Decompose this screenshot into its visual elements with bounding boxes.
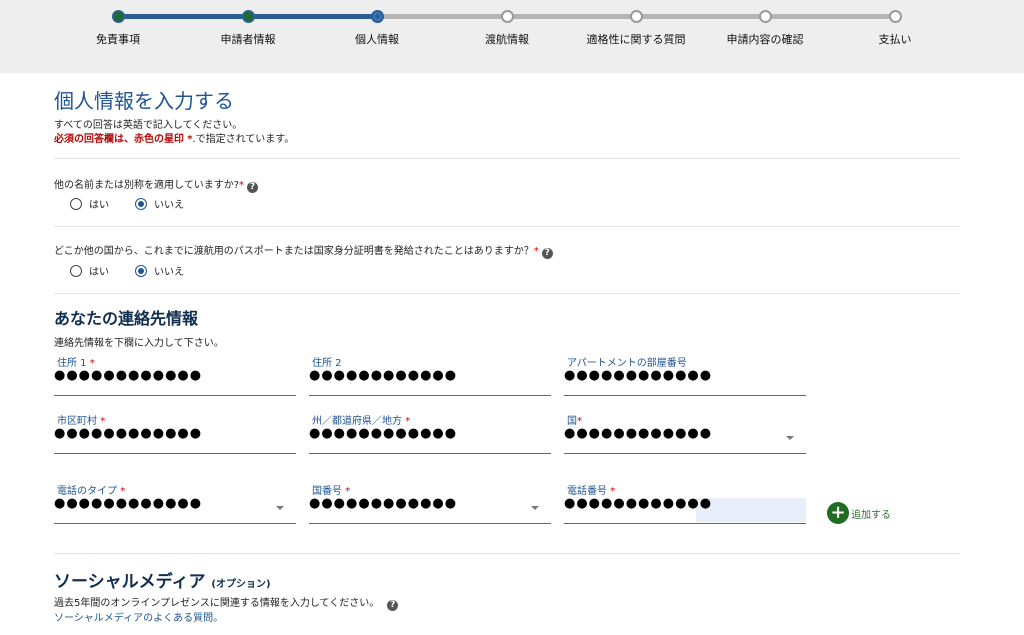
- phone-type-select[interactable]: 電話のタイプ * ●●●●●●●●●●●●: [54, 482, 296, 524]
- country-label: 国*: [567, 416, 582, 427]
- state-input[interactable]: ●●●●●●●●●●●●: [309, 426, 457, 441]
- radio-option-yes[interactable]: はい: [70, 196, 109, 211]
- divider: [54, 293, 960, 294]
- phone-type-label: 電話のタイプ *: [57, 486, 126, 497]
- step-dot-eligibility: [630, 10, 643, 23]
- radio-option-yes[interactable]: はい: [70, 263, 109, 278]
- address2-input[interactable]: ●●●●●●●●●●●●: [309, 368, 457, 383]
- state-field[interactable]: 州／都道府県／地方 * ●●●●●●●●●●●●: [309, 412, 551, 454]
- social-intro-text: 過去5年間のオンラインプレゼンスに関連する情報を入力してください。: [54, 598, 380, 609]
- step-label-applicant: 申請者情報: [220, 33, 276, 46]
- radio-option-no[interactable]: いいえ: [135, 196, 184, 211]
- page-title: 個人情報を入力する: [54, 89, 234, 113]
- apartment-field[interactable]: アパートメントの部屋番号 ●●●●●●●●●●●●: [564, 354, 806, 396]
- chevron-down-icon[interactable]: [531, 506, 539, 510]
- radio-button-yes[interactable]: [70, 264, 82, 277]
- city-label: 市区町村 *: [57, 416, 106, 427]
- progress-header: 免責事項 申請者情報 個人情報 渡航情報 適格性に関する質問 申請内容の確認 支…: [0, 0, 1024, 73]
- radio-group-other-names: はい いいえ: [70, 196, 210, 211]
- required-note-rest: .で指定されています。: [192, 134, 295, 145]
- question-other-names-text: 他の名前または別称を適用していますか?: [54, 180, 240, 191]
- step-dot-disclaimer: [112, 10, 125, 23]
- social-title-text: ソーシャルメディア: [54, 572, 206, 592]
- country-select[interactable]: 国* ●●●●●●●●●●●●: [564, 412, 806, 454]
- state-label: 州／都道府県／地方 *: [312, 416, 411, 427]
- required-star: *: [239, 180, 245, 191]
- radio-group-other-passport: はい いいえ: [70, 263, 210, 278]
- step-dot-travel: [501, 10, 514, 23]
- radio-label-yes: はい: [89, 200, 109, 211]
- social-section-title: ソーシャルメディア (オプション): [54, 567, 271, 592]
- radio-button-yes[interactable]: [70, 197, 82, 210]
- required-star: *: [533, 246, 539, 257]
- question-other-passport: どこか他の国から、これまでに渡航用のパスポートまたは国家身分証明書を発給されたこ…: [54, 242, 553, 259]
- country-code-label: 国番号 *: [312, 486, 351, 497]
- step-dot-review: [759, 10, 772, 23]
- country-code-value[interactable]: ●●●●●●●●●●●●: [309, 496, 457, 511]
- country-value[interactable]: ●●●●●●●●●●●●: [564, 426, 712, 441]
- radio-button-no[interactable]: [135, 264, 147, 277]
- step-dot-personal: [371, 10, 384, 23]
- step-label-review: 申請内容の確認: [726, 33, 804, 46]
- divider: [54, 226, 960, 227]
- phone-number-field[interactable]: 電話番号 * ●●●●●●●●●●●●: [564, 482, 806, 524]
- input-focus-highlight: [696, 498, 806, 522]
- add-phone-button[interactable]: + 追加する: [827, 502, 891, 524]
- required-note: 必須の回答欄は、赤色の星印 *.で指定されています。: [54, 130, 294, 145]
- country-code-select[interactable]: 国番号 * ●●●●●●●●●●●●: [309, 482, 551, 524]
- address2-label: 住所 2: [312, 358, 342, 369]
- radio-label-no: いいえ: [154, 200, 184, 211]
- step-dot-payment: [889, 10, 902, 23]
- social-faq-link[interactable]: ソーシャルメディアのよくある質問。: [54, 609, 223, 624]
- required-note-bold: 必須の回答欄は、赤色の星印: [54, 134, 184, 145]
- divider: [54, 158, 960, 159]
- help-icon[interactable]: ?: [541, 248, 553, 259]
- radio-label-no: いいえ: [154, 267, 184, 278]
- step-label-travel: 渡航情報: [485, 33, 529, 46]
- plus-icon[interactable]: +: [827, 502, 849, 524]
- phone-number-input[interactable]: ●●●●●●●●●●●●: [564, 496, 712, 511]
- step-label-eligibility: 適格性に関する質問: [586, 33, 686, 46]
- phone-type-value[interactable]: ●●●●●●●●●●●●: [54, 496, 202, 511]
- english-instruction: すべての回答は英語で記入してください。: [54, 120, 243, 131]
- step-dot-applicant: [242, 10, 255, 23]
- address1-label: 住所 1 *: [57, 358, 95, 369]
- city-input[interactable]: ●●●●●●●●●●●●: [54, 426, 202, 441]
- contact-intro: 連絡先情報を下欄に入力して下さい。: [54, 338, 224, 349]
- phone-number-label: 電話番号 *: [567, 486, 616, 497]
- step-label-payment: 支払い: [878, 33, 912, 46]
- chevron-down-icon[interactable]: [276, 506, 284, 510]
- step-label-personal: 個人情報: [355, 33, 399, 46]
- divider: [54, 553, 960, 554]
- city-field[interactable]: 市区町村 * ●●●●●●●●●●●●: [54, 412, 296, 454]
- address1-input[interactable]: ●●●●●●●●●●●●: [54, 368, 202, 383]
- apartment-input[interactable]: ●●●●●●●●●●●●: [564, 368, 712, 383]
- question-other-passport-text: どこか他の国から、これまでに渡航用のパスポートまたは国家身分証明書を発給されたこ…: [54, 246, 534, 257]
- step-label-disclaimer: 免責事項: [96, 33, 140, 46]
- radio-label-yes: はい: [89, 267, 109, 278]
- radio-option-no[interactable]: いいえ: [135, 263, 184, 278]
- apartment-label: アパートメントの部屋番号: [567, 358, 687, 369]
- contact-section-title: あなたの連絡先情報: [54, 309, 199, 328]
- radio-button-no[interactable]: [135, 197, 147, 210]
- question-other-names: 他の名前または別称を適用していますか?*?: [54, 176, 259, 193]
- social-optional-tag: (オプション): [211, 579, 271, 590]
- add-phone-label[interactable]: 追加する: [851, 506, 891, 521]
- help-icon[interactable]: ?: [247, 182, 259, 193]
- address1-field[interactable]: 住所 1 * ●●●●●●●●●●●●: [54, 354, 296, 396]
- address2-field[interactable]: 住所 2 ●●●●●●●●●●●●: [309, 354, 551, 396]
- chevron-down-icon[interactable]: [786, 436, 794, 440]
- help-icon[interactable]: ?: [387, 600, 399, 611]
